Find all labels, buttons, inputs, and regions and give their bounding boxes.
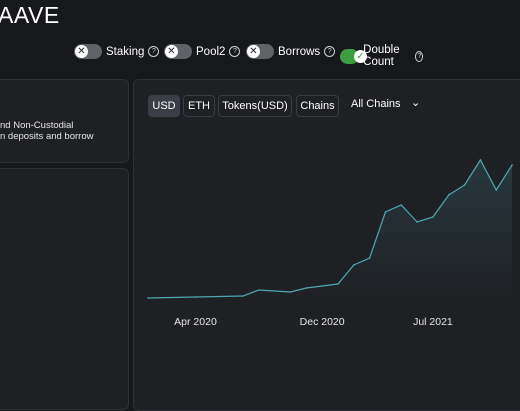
- tvl-point: [384, 211, 387, 213]
- tvl-point: [447, 194, 450, 196]
- x-tick-label: Apr 2020: [174, 316, 217, 328]
- tvl-point: [432, 216, 434, 218]
- tvl-point: [416, 221, 418, 223]
- tvl-chart: Apr 2020 Dec 2020 Jul 2021: [147, 158, 513, 328]
- x-tick-label: Dec 2020: [300, 316, 345, 328]
- tvl-point: [495, 189, 498, 191]
- tvl-point: [352, 264, 355, 266]
- tvl-point: [147, 297, 149, 299]
- tvl-point: [400, 204, 403, 206]
- tvl-point: [511, 164, 513, 166]
- tvl-point: [368, 257, 371, 259]
- tvl-point: [337, 283, 339, 285]
- x-tick-label: Jul 2021: [413, 316, 453, 328]
- tvl-point: [258, 289, 260, 291]
- tvl-point: [242, 295, 244, 297]
- tvl-point: [305, 287, 308, 289]
- tvl-point: [289, 291, 292, 293]
- tvl-point: [463, 184, 466, 186]
- tvl-point: [194, 296, 197, 298]
- tvl-area: [148, 160, 513, 300]
- tvl-point: [479, 159, 482, 161]
